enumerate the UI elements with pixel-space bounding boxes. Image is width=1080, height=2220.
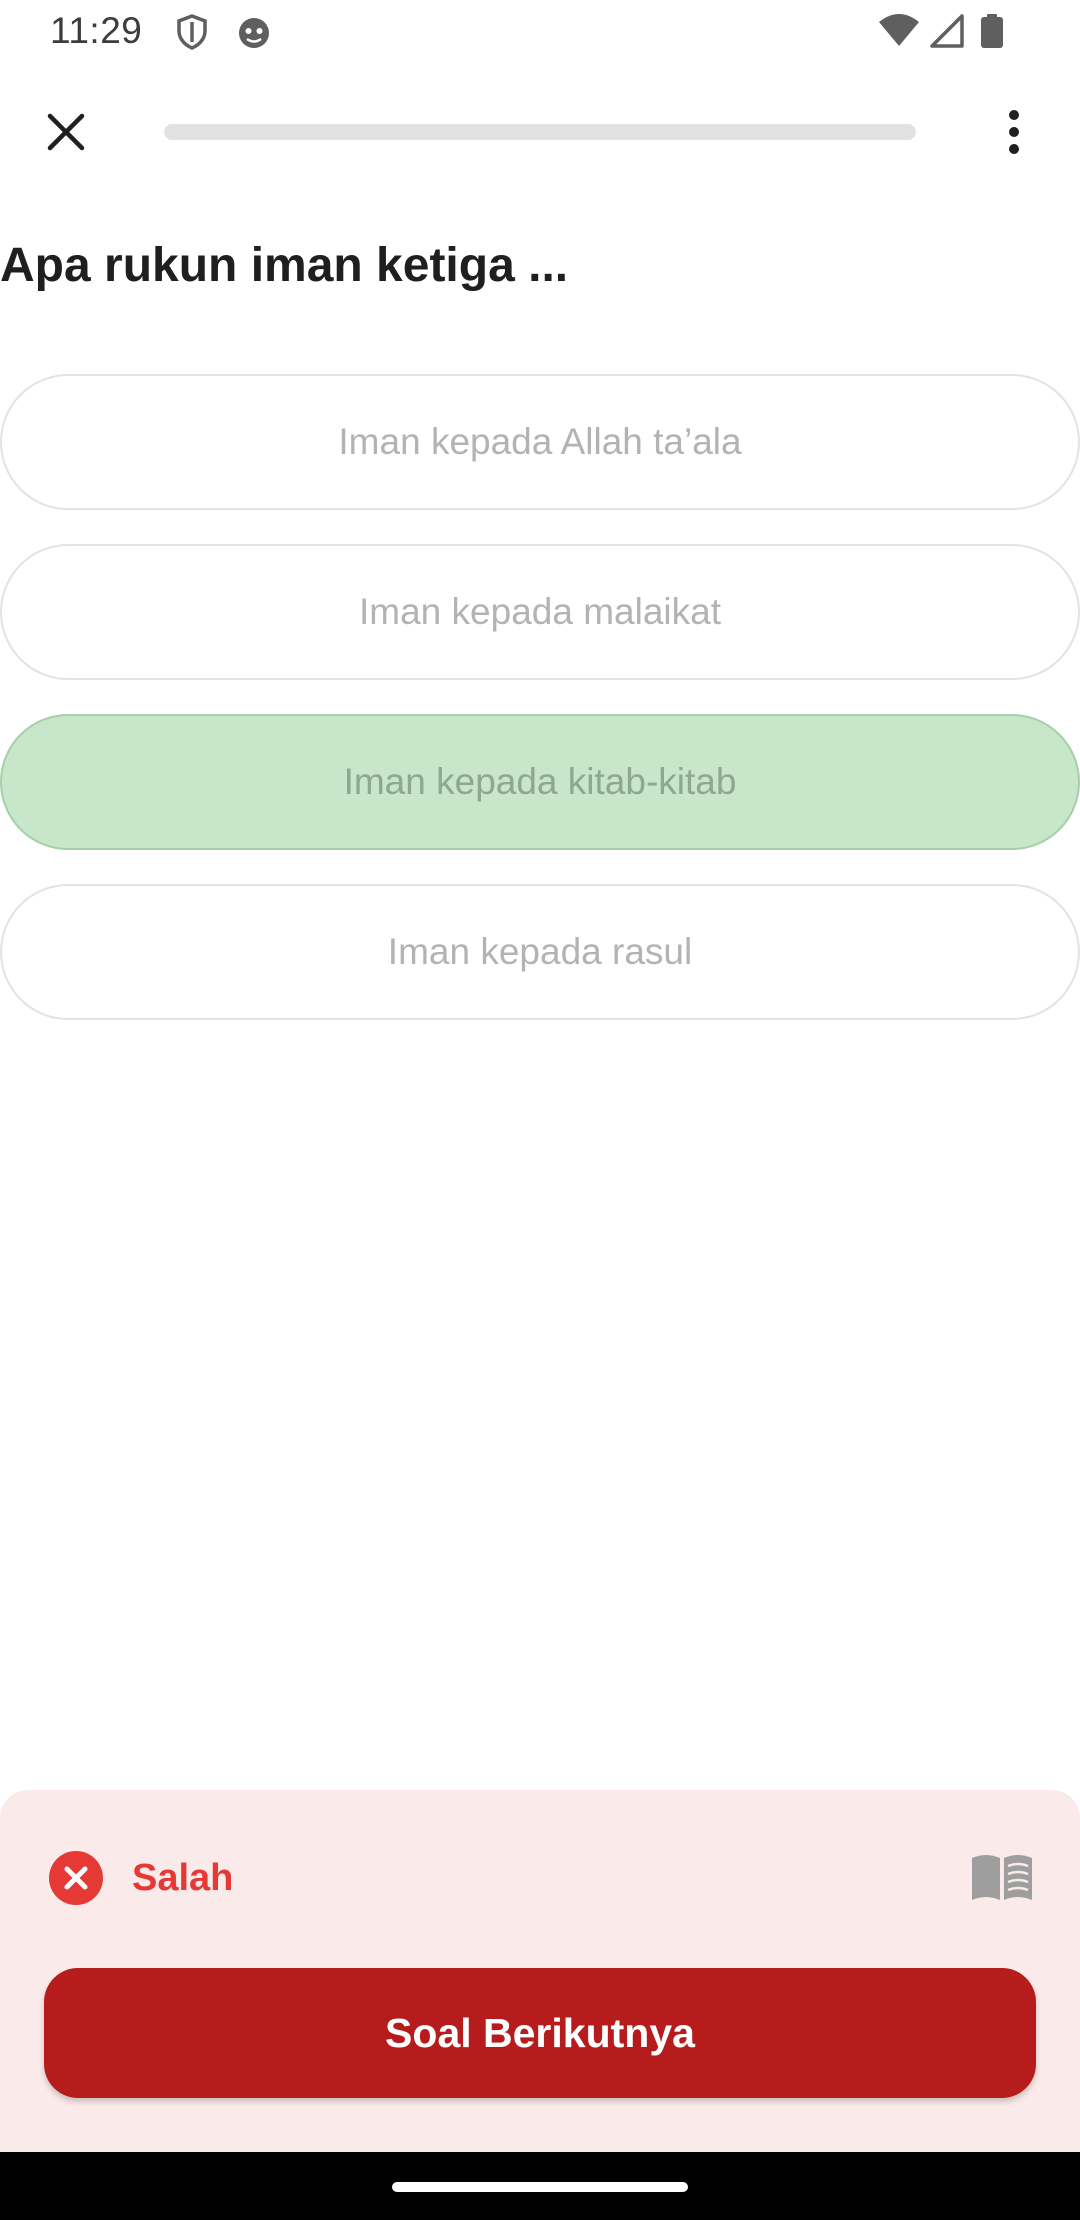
open-book-icon[interactable] xyxy=(968,1850,1036,1906)
smiley-icon xyxy=(234,12,274,52)
home-indicator[interactable] xyxy=(392,2182,688,2192)
quiz-progress-bar xyxy=(164,124,916,140)
answer-option-1[interactable]: Iman kepada Allah ta’ala xyxy=(0,374,1080,510)
result-status-label: Salah xyxy=(132,1857,234,1899)
answer-option-2[interactable]: Iman kepada malaikat xyxy=(0,544,1080,680)
navigation-bar xyxy=(0,2152,1080,2220)
close-button[interactable] xyxy=(36,102,96,162)
close-icon xyxy=(47,113,85,151)
next-question-button[interactable]: Soal Berikutnya xyxy=(44,1968,1036,2098)
answer-option-4[interactable]: Iman kepada rasul xyxy=(0,884,1080,1020)
feedback-panel: Salah Soal Berikutnya xyxy=(0,1790,1080,2152)
answer-options: Iman kepada Allah ta’ala Iman kepada mal… xyxy=(0,374,1080,1054)
shield-icon xyxy=(172,12,212,52)
status-bar: 11:29 xyxy=(0,0,1080,66)
more-options-button[interactable] xyxy=(984,100,1044,164)
error-x-icon xyxy=(48,1850,104,1906)
battery-icon xyxy=(978,12,1006,52)
question-text: Apa rukun iman ketiga ... xyxy=(0,239,569,292)
wifi-icon xyxy=(878,12,919,52)
more-vertical-icon xyxy=(1009,110,1019,154)
signal-icon xyxy=(928,12,968,52)
status-time: 11:29 xyxy=(50,10,143,51)
answer-option-3[interactable]: Iman kepada kitab-kitab xyxy=(0,714,1080,850)
